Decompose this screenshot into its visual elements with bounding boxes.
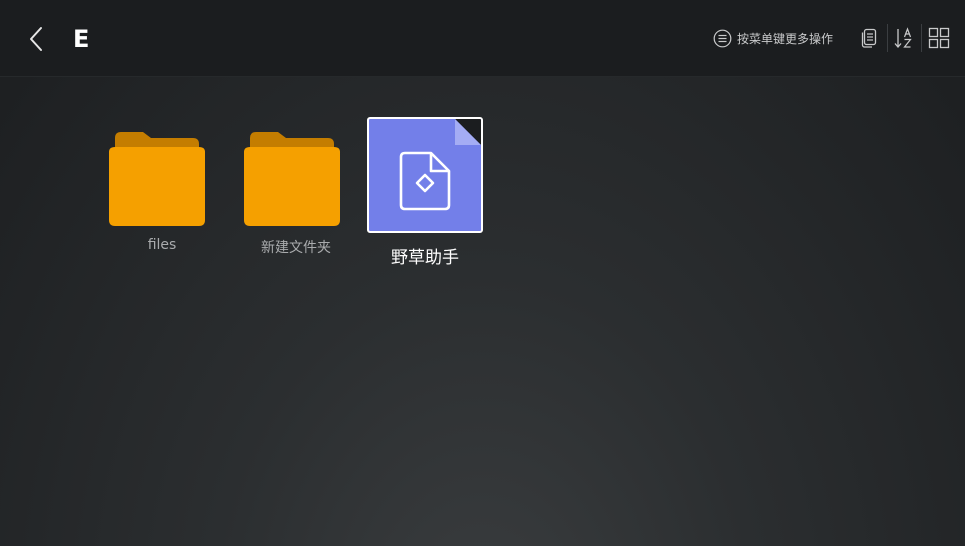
folder-item-files[interactable]: files bbox=[103, 124, 221, 258]
sort-button[interactable] bbox=[892, 26, 916, 50]
copy-button[interactable] bbox=[858, 26, 882, 50]
menu-hint-icon bbox=[713, 29, 732, 47]
back-chevron-icon bbox=[30, 27, 42, 51]
back-button[interactable] bbox=[22, 24, 52, 54]
copy-icon bbox=[861, 28, 877, 48]
page-title: E bbox=[73, 25, 90, 53]
menu-hint: 按菜单键更多操作 bbox=[713, 27, 833, 49]
folder-item-new-folder[interactable]: 新建文件夹 bbox=[237, 124, 355, 258]
folder-label: 新建文件夹 bbox=[261, 240, 331, 256]
toolbar-divider bbox=[921, 24, 922, 52]
folder-label: files bbox=[147, 237, 177, 253]
folder-icon bbox=[109, 132, 205, 226]
file-item-yecao-assistant[interactable] bbox=[367, 117, 483, 233]
toolbar-divider bbox=[887, 24, 888, 52]
menu-hint-text: 按菜单键更多操作 bbox=[737, 31, 834, 46]
sort-az-icon bbox=[894, 27, 912, 48]
view-mode-button[interactable] bbox=[927, 26, 951, 50]
top-bar: E 按菜单键更多操作 bbox=[0, 0, 965, 77]
file-diamond-icon bbox=[399, 119, 481, 211]
grid-view-icon bbox=[928, 27, 950, 49]
folder-icon bbox=[244, 132, 340, 226]
file-label: 野草助手 bbox=[391, 248, 459, 268]
